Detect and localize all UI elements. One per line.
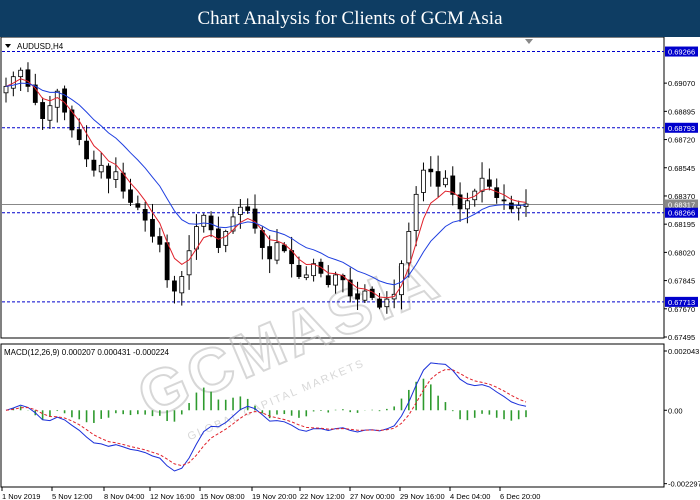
candle-body (106, 165, 111, 179)
candle-body (259, 230, 265, 248)
level-label: 0.68266 (668, 209, 695, 218)
x-tick-label: 5 Nov 12:00 (52, 492, 92, 500)
candle-body (245, 206, 251, 211)
candle-body (421, 169, 426, 193)
x-tick-label: 22 Nov 12:00 (300, 492, 345, 500)
candle-body (3, 85, 9, 94)
candle-body (486, 179, 492, 187)
y-tick-label: 0.68720 (668, 136, 695, 145)
x-tick-label: 29 Nov 16:00 (400, 492, 445, 500)
x-tick-label: 4 Dec 04:00 (450, 492, 490, 500)
candle-body (128, 189, 133, 203)
candle-body (435, 171, 441, 187)
candle-body (194, 226, 199, 250)
candle-body (164, 242, 170, 281)
candle-body (303, 274, 309, 279)
candle-body (384, 298, 390, 308)
candle-body (84, 140, 89, 160)
y-tick-label: 0.68020 (668, 248, 695, 257)
macd-tick-label: 0.002043 (668, 347, 699, 356)
y-tick-label: 0.68895 (668, 107, 695, 116)
y-tick-label: 0.67495 (668, 333, 695, 342)
level-label: 0.68793 (668, 124, 695, 133)
candle-body (516, 205, 522, 209)
level-label: 0.69266 (668, 48, 695, 57)
candle-body (135, 203, 141, 208)
candle-body (413, 193, 419, 231)
candle-body (150, 219, 155, 237)
x-tick-label: 12 Nov 16:00 (150, 492, 195, 500)
macd-tick-label: -0.002297 (668, 480, 700, 489)
candle-body (428, 168, 434, 173)
candle-body (237, 206, 243, 215)
x-tick-label: 8 Nov 04:00 (104, 492, 144, 500)
x-tick-label: 15 Nov 08:00 (200, 492, 245, 500)
candle-body (62, 88, 67, 113)
candle-body (47, 105, 53, 121)
symbol-label: AUDUSD,H4 (17, 42, 64, 51)
candle-body (157, 236, 163, 245)
candle-body (355, 293, 360, 300)
x-tick-label: 1 Nov 2019 (2, 492, 40, 500)
candle-body (311, 263, 317, 277)
candle-body (479, 177, 485, 192)
candle-body (76, 129, 82, 140)
candle-body (377, 298, 382, 308)
candle-body (508, 202, 514, 210)
candle-body (18, 69, 24, 78)
candle-body (186, 250, 192, 276)
macd-label: MACD(12,26,9) 0.000207 0.000431 -0.00022… (4, 348, 170, 357)
x-tick-label: 6 Dec 20:00 (500, 492, 540, 500)
candle-body (296, 264, 302, 277)
level-label: 0.67713 (668, 298, 695, 307)
y-tick-label: 0.67845 (668, 277, 695, 286)
price-chart: GCMASIA GLOBAL CAPITAL MARKETS 0.690700.… (0, 37, 700, 500)
y-tick-label: 0.69070 (668, 79, 695, 88)
candle-body (333, 274, 338, 286)
candle-body (91, 159, 97, 171)
candle-body (274, 242, 280, 261)
candle-body (113, 171, 119, 180)
x-tick-label: 19 Nov 20:00 (252, 492, 297, 500)
candle-body (465, 200, 470, 210)
candle-body (201, 214, 207, 227)
x-tick-label: 27 Nov 00:00 (350, 492, 395, 500)
candle-body (223, 231, 229, 246)
candle-body (443, 177, 448, 186)
candle-body (501, 199, 507, 202)
candle-body (208, 215, 214, 231)
candle-body (399, 263, 404, 296)
candle-body (252, 208, 258, 229)
candle-body (98, 164, 104, 173)
candle-body (179, 276, 185, 294)
candle-body (267, 246, 273, 260)
macd-tick-label: 0.00 (668, 406, 683, 415)
candle-body (142, 209, 148, 221)
candle-body (325, 275, 331, 286)
page-title: Chart Analysis for Clients of GCM Asia (0, 0, 700, 37)
y-tick-label: 0.68195 (668, 220, 695, 229)
y-tick-label: 0.68545 (668, 164, 695, 173)
candle-body (54, 90, 60, 108)
candle-body (362, 290, 368, 301)
candle-body (172, 280, 177, 292)
candle-body (406, 231, 412, 264)
candle-body (40, 102, 46, 119)
